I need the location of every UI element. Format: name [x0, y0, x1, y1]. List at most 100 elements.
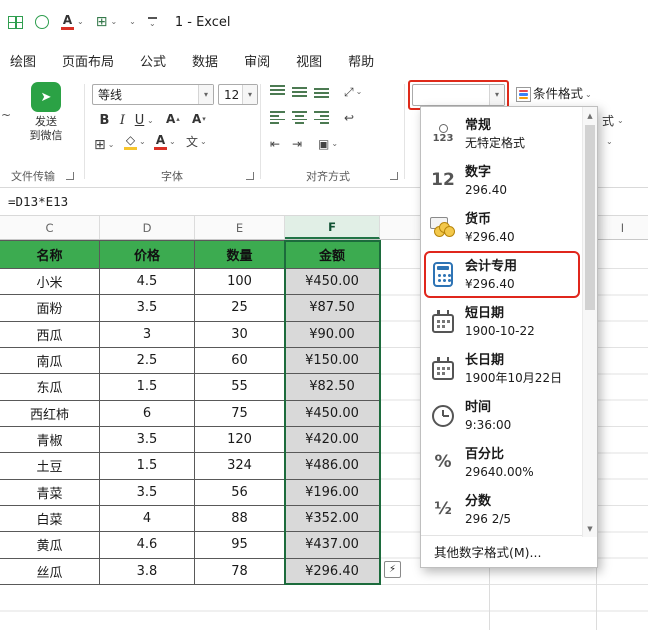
fill-color-button[interactable]: ◇ ⌄: [124, 134, 146, 150]
column-header-e[interactable]: E: [195, 216, 285, 239]
increase-font-button[interactable]: A ▴: [166, 113, 180, 125]
borders-quick-button[interactable]: ⊞ ⌄: [96, 15, 117, 29]
cell[interactable]: 4.6: [100, 532, 195, 559]
cell[interactable]: 青椒: [0, 426, 100, 454]
dropdown-scrollbar[interactable]: ▲ ▼: [582, 107, 597, 537]
scroll-down-button[interactable]: ▼: [583, 521, 597, 536]
format-option-general[interactable]: 123 常规 无特定格式: [421, 110, 597, 157]
italic-button[interactable]: I: [114, 110, 131, 130]
table-header-cell[interactable]: 金额: [285, 241, 380, 269]
cell[interactable]: 西瓜: [0, 321, 100, 348]
table-header-cell[interactable]: 名称: [0, 241, 100, 269]
merge-center-button[interactable]: ▣ ⌄: [318, 138, 338, 150]
format-option-currency[interactable]: 货币 ¥296.40: [421, 204, 597, 251]
menu-tab-review[interactable]: 审阅: [244, 51, 270, 70]
send-to-wechat-button[interactable]: ➤ 发送 到微信: [12, 82, 80, 143]
clipped-cell-style-button[interactable]: ⌄: [606, 138, 613, 146]
cell[interactable]: 78: [195, 558, 285, 585]
table-icon[interactable]: [8, 15, 23, 29]
cell[interactable]: ¥150.00: [285, 347, 380, 375]
menu-tab-view[interactable]: 视图: [296, 51, 322, 70]
cell[interactable]: 白菜: [0, 505, 100, 533]
align-center-button[interactable]: [292, 111, 307, 124]
cell[interactable]: ¥420.00: [285, 426, 380, 454]
cell[interactable]: 56: [195, 479, 285, 506]
underline-chevron-icon[interactable]: ⌄: [147, 117, 154, 125]
format-option-short-date[interactable]: 短日期 1900-10-22: [421, 298, 597, 345]
cell[interactable]: ¥196.00: [285, 479, 380, 506]
cell[interactable]: 324: [195, 453, 285, 480]
cell[interactable]: 丝瓜: [0, 558, 100, 585]
circle-icon[interactable]: [35, 15, 49, 29]
cell[interactable]: 1.5: [100, 374, 195, 401]
align-top-button[interactable]: [270, 85, 285, 98]
wrap-text-button[interactable]: ↩: [344, 112, 354, 124]
cell[interactable]: 3.5: [100, 479, 195, 506]
font-name-select[interactable]: 等线 ▾: [92, 84, 214, 105]
cell[interactable]: 30: [195, 321, 285, 348]
column-header-d[interactable]: D: [100, 216, 195, 239]
cell[interactable]: ¥87.50: [285, 295, 380, 322]
cell[interactable]: 西红柿: [0, 400, 100, 427]
cell[interactable]: 3.5: [100, 426, 195, 454]
format-option-time[interactable]: 时间 9:36:00: [421, 392, 597, 439]
column-header-c[interactable]: C: [0, 216, 100, 239]
cell[interactable]: 1.5: [100, 453, 195, 480]
clipped-format-table-button[interactable]: 式 ⌄: [602, 112, 624, 129]
more-number-formats-item[interactable]: 其他数字格式(M)...: [421, 535, 597, 567]
format-option-number[interactable]: 12 数字 296.40: [421, 157, 597, 204]
cell[interactable]: ¥352.00: [285, 505, 380, 533]
format-option-long-date[interactable]: 长日期 1900年10月22日: [421, 345, 597, 392]
cell[interactable]: 95: [195, 532, 285, 559]
bold-button[interactable]: B: [96, 110, 113, 130]
cell[interactable]: 100: [195, 269, 285, 296]
scroll-thumb[interactable]: [585, 125, 595, 310]
align-left-button[interactable]: [270, 111, 285, 124]
menu-tab-draw[interactable]: 绘图: [10, 51, 36, 70]
cell[interactable]: 4.5: [100, 269, 195, 296]
cell[interactable]: ¥486.00: [285, 453, 380, 480]
cell[interactable]: ¥296.40: [285, 558, 380, 585]
table-header-cell[interactable]: 价格: [100, 241, 195, 269]
menu-tab-formulas[interactable]: 公式: [140, 51, 166, 70]
format-option-fraction[interactable]: ½ 分数 296 2/5: [421, 486, 597, 533]
indent-decrease-button[interactable]: ⇤: [270, 138, 280, 150]
cell[interactable]: 3.8: [100, 558, 195, 585]
borders-button[interactable]: ⊞ ⌄: [94, 138, 114, 152]
phonetic-guide-button[interactable]: 文 ⌄: [186, 136, 207, 148]
cell[interactable]: 土豆: [0, 453, 100, 480]
align-bottom-button[interactable]: [314, 85, 329, 98]
cell[interactable]: ¥450.00: [285, 400, 380, 427]
cell[interactable]: 3: [100, 321, 195, 348]
quick-analysis-button[interactable]: ⚡: [384, 561, 401, 578]
cell[interactable]: 面粉: [0, 295, 100, 322]
cell[interactable]: 55: [195, 374, 285, 401]
cell[interactable]: ¥437.00: [285, 532, 380, 559]
chevron-down-icon[interactable]: ▾: [198, 85, 213, 104]
align-middle-button[interactable]: [292, 85, 307, 98]
dialog-launcher-icon[interactable]: [390, 172, 398, 180]
font-color-quick-button[interactable]: A ⌄: [61, 14, 84, 30]
cell[interactable]: 25: [195, 295, 285, 322]
cell[interactable]: 2.5: [100, 347, 195, 375]
orientation-button[interactable]: ⤢ ⌄: [344, 86, 362, 98]
cell[interactable]: 3.5: [100, 295, 195, 322]
cell[interactable]: 6: [100, 400, 195, 427]
column-header-f[interactable]: F: [285, 216, 380, 239]
indent-increase-button[interactable]: ⇥: [292, 138, 302, 150]
underline-button[interactable]: U: [131, 110, 148, 130]
scroll-up-button[interactable]: ▲: [583, 108, 597, 123]
customize-quick-access-icon[interactable]: ⌄: [147, 16, 157, 28]
cell[interactable]: 小米: [0, 269, 100, 296]
dialog-launcher-icon[interactable]: [66, 172, 74, 180]
cell[interactable]: ¥450.00: [285, 269, 380, 296]
dialog-launcher-icon[interactable]: [246, 172, 254, 180]
decrease-font-button[interactable]: A ▾: [192, 113, 206, 125]
font-size-select[interactable]: 12 ▾: [218, 84, 258, 105]
column-header-i[interactable]: I: [597, 216, 648, 239]
cell[interactable]: 青菜: [0, 479, 100, 506]
cell[interactable]: 南瓜: [0, 347, 100, 375]
cell[interactable]: ¥90.00: [285, 321, 380, 348]
cell[interactable]: 75: [195, 400, 285, 427]
number-format-dropdown-button[interactable]: ▾: [489, 85, 504, 105]
